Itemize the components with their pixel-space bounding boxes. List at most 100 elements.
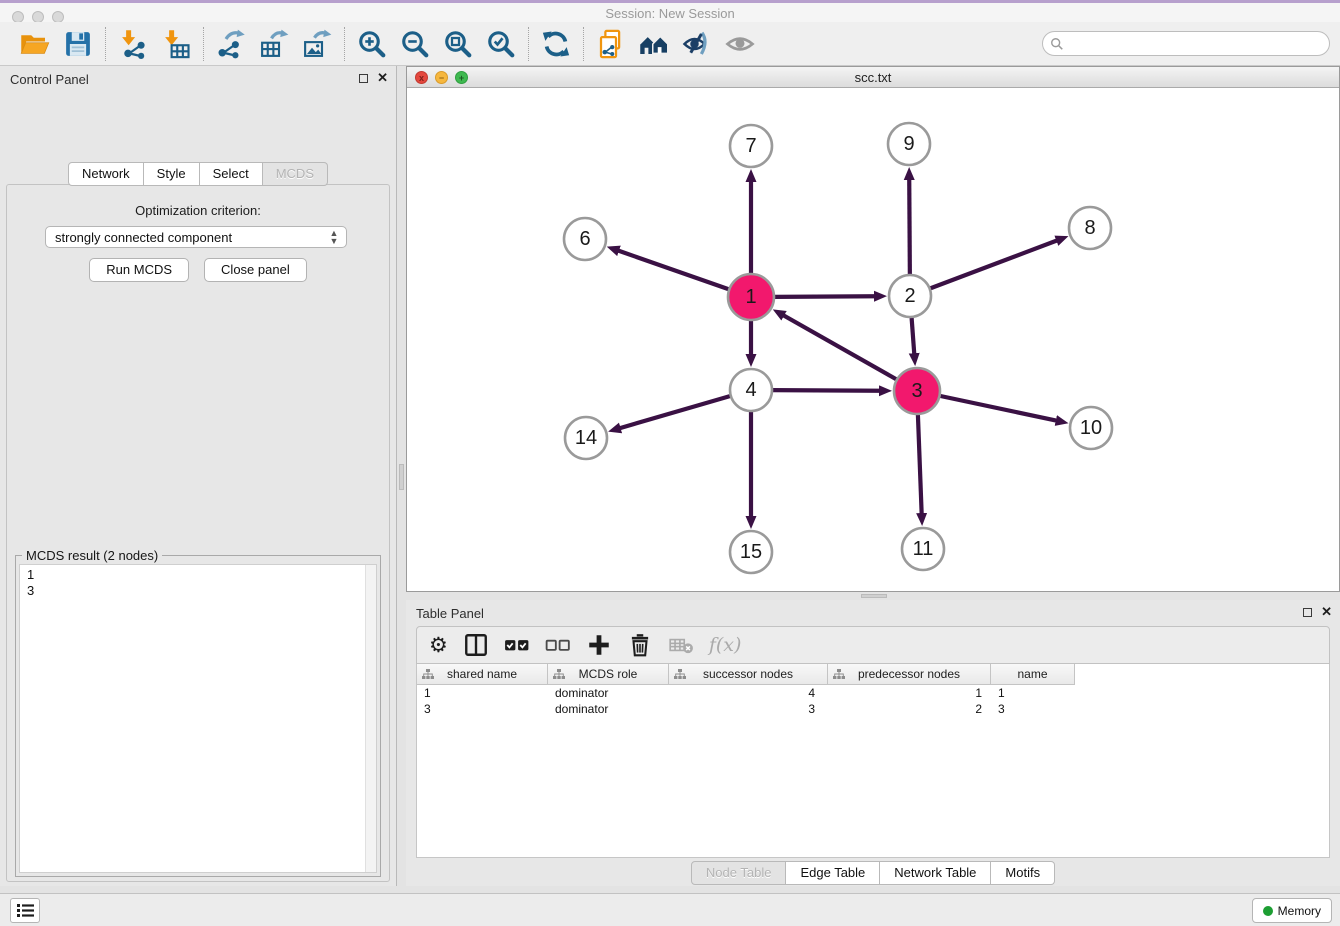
optimization-criterion-label: Optimization criterion: [7,203,389,218]
cell-successor-nodes[interactable]: 4 [669,685,828,701]
graph-edge-3-11[interactable] [918,415,922,514]
graph-edge-2-3[interactable] [912,318,915,354]
tab-select[interactable]: Select [200,162,263,186]
tab-node-table[interactable]: Node Table [691,861,787,885]
application-window: Session: New Session [0,0,1340,926]
cell-name[interactable]: 1 [991,685,1075,701]
cell-mcds-role[interactable]: dominator [548,701,669,717]
zoom-selected-icon[interactable] [486,29,516,59]
task-history-button[interactable] [10,898,40,923]
mcds-result-title: MCDS result (2 nodes) [22,548,162,563]
table-header-row: shared name MCDS role successor nodes pr… [417,664,1329,685]
table-settings-icon[interactable]: ⚙ [429,632,448,658]
criterion-dropdown[interactable]: strongly connected component ▲▼ [45,226,347,248]
save-session-icon[interactable] [63,29,93,59]
run-mcds-button[interactable]: Run MCDS [89,258,189,282]
column-header-name[interactable]: name [991,664,1075,685]
unselect-all-icon[interactable] [545,632,571,658]
graph-edge-2-9[interactable] [909,179,910,274]
import-table-icon[interactable] [161,29,191,59]
tab-network[interactable]: Network [68,162,144,186]
graph-edge-1-2[interactable] [775,296,875,297]
tab-style[interactable]: Style [144,162,200,186]
memory-button[interactable]: Memory [1252,898,1332,923]
table-row[interactable]: 3 dominator 3 2 3 [417,701,1329,717]
zoom-fit-icon[interactable] [443,29,473,59]
graph-node-label: 15 [740,541,762,563]
column-header-mcds-role[interactable]: MCDS role [548,664,669,685]
graph-node-label: 14 [575,427,597,449]
column-header-shared-name[interactable]: shared name [417,664,548,685]
table-row[interactable]: 1 dominator 4 1 1 [417,685,1329,701]
tab-edge-table[interactable]: Edge Table [786,861,880,885]
open-file-icon[interactable] [20,29,50,59]
cell-mcds-role[interactable]: dominator [548,685,669,701]
cell-shared-name[interactable]: 3 [417,701,548,717]
vertical-splitter[interactable] [397,66,406,886]
export-image-icon[interactable] [302,29,332,59]
result-scrollbar[interactable] [365,565,376,872]
float-panel-icon[interactable] [359,74,368,83]
close-panel-icon[interactable]: ✕ [377,73,388,83]
cell-name[interactable]: 3 [991,701,1075,717]
copy-network-icon[interactable] [596,29,626,59]
cell-predecessor-nodes[interactable]: 2 [828,701,991,717]
attribute-tree-icon [833,669,845,680]
import-network-icon[interactable] [118,29,148,59]
graph-edge-3-10[interactable] [940,396,1056,421]
zoom-in-icon[interactable] [357,29,387,59]
tab-motifs[interactable]: Motifs [991,861,1055,885]
graph-edge-2-8[interactable] [931,240,1058,288]
splitter-grip[interactable] [861,594,887,598]
export-network-icon[interactable] [216,29,246,59]
column-header-successor-nodes[interactable]: successor nodes [669,664,828,685]
result-item[interactable]: 1 [27,567,376,583]
refresh-icon[interactable] [541,29,571,59]
export-table-icon[interactable] [259,29,289,59]
cell-predecessor-nodes[interactable]: 1 [828,685,991,701]
add-row-icon[interactable] [586,632,612,658]
horizontal-splitter[interactable] [406,592,1340,600]
attribute-tree-icon [422,669,434,680]
search-input[interactable] [1068,34,1329,54]
select-all-icon[interactable] [504,632,530,658]
tab-network-table[interactable]: Network Table [880,861,991,885]
memory-label: Memory [1278,904,1321,918]
search-icon [1050,37,1064,51]
network-window-titlebar[interactable]: x − + scc.txt [407,67,1339,88]
first-neighbors-icon[interactable] [639,29,669,59]
hide-selected-icon[interactable] [682,29,712,59]
table-panel: Table Panel ✕ ⚙ [406,600,1340,886]
float-panel-icon[interactable] [1303,608,1312,617]
graph-edge-3-1[interactable] [783,315,896,379]
delete-row-icon[interactable] [627,632,653,658]
search-box[interactable] [1042,31,1330,56]
graph-node-label: 10 [1080,417,1102,439]
network-canvas[interactable]: 7968124314101511 [407,88,1339,591]
control-panel-tabs: Network Style Select MCDS [0,162,396,186]
tab-mcds[interactable]: MCDS [263,162,328,186]
mcds-result-list[interactable]: 1 3 [19,564,377,873]
graph-node-label: 6 [579,228,590,250]
splitter-grip[interactable] [399,464,404,490]
show-all-icon[interactable] [725,29,755,59]
cell-shared-name[interactable]: 1 [417,685,548,701]
graph-edge-4-3[interactable] [773,390,880,391]
graph-node-label: 3 [911,380,922,402]
result-item[interactable]: 3 [27,583,376,599]
zoom-out-icon[interactable] [400,29,430,59]
column-header-predecessor-nodes[interactable]: predecessor nodes [828,664,991,685]
graph-node-label: 8 [1084,217,1095,239]
close-panel-button[interactable]: Close panel [204,258,307,282]
close-panel-icon[interactable]: ✕ [1321,607,1332,617]
columns-icon[interactable] [463,632,489,658]
app-title: Session: New Session [0,6,1340,21]
network-view-window: x − + scc.txt 7968124314101511 [406,66,1340,592]
control-panel-title: Control Panel [10,72,89,87]
graph-edge-1-6[interactable] [618,251,728,290]
table-panel-title: Table Panel [416,606,484,621]
graph-edge-4-14[interactable] [620,396,730,428]
mcds-panel: Optimization criterion: strongly connect… [6,184,390,882]
control-panel: Control Panel ✕ Network Style Select MCD… [0,66,397,886]
cell-successor-nodes[interactable]: 3 [669,701,828,717]
